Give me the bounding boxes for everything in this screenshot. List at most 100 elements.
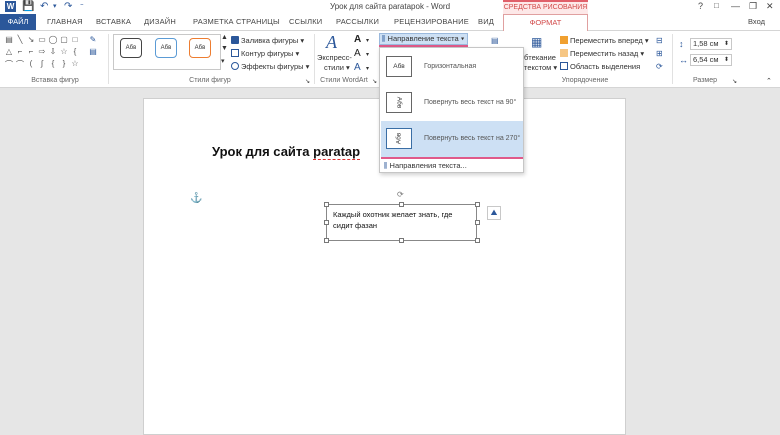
tab-references[interactable]: ССЫЛКИ [289,17,322,26]
sign-in-link[interactable]: Вход [748,17,765,26]
brace-shape-icon[interactable]: { [70,47,80,56]
align-icon[interactable]: ⊟ [656,36,663,45]
text-effects-dropdown-icon[interactable]: ▾ [366,65,369,72]
text-direction-button[interactable]: ⫼ Направление текста ▾ [379,33,468,45]
width-icon: ↔ [679,55,688,65]
freeform-shape-icon[interactable]: ∫ [37,59,47,68]
tab-mailings[interactable]: РАССЫЛКИ [336,17,379,26]
styles-more-icon[interactable]: ▾ [221,57,225,65]
right-arrow-shape-icon[interactable]: ⇨ [37,47,47,56]
align-text-icon[interactable]: ▤ [491,36,499,45]
tab-file[interactable]: ФАЙЛ [0,14,36,30]
rotate-270-text-icon: Абв [386,128,412,149]
text-outline-icon[interactable]: A [354,48,361,59]
wordart-launcher-icon[interactable]: ↘ [372,78,377,85]
menu-item-text-directions[interactable]: ⫼ Направления текста... [384,161,467,171]
group-icon[interactable]: ⊞ [656,49,663,58]
oval-shape-icon[interactable]: ◯ [48,35,58,44]
wrap-text-label-2[interactable]: текстом ▾ [524,63,557,72]
resize-handle-se[interactable] [475,238,480,243]
rounded-rect-shape-icon[interactable]: ▢ [59,35,69,44]
shape-style-orange[interactable]: Абв [189,38,211,58]
tab-home[interactable]: ГЛАВНАЯ [47,17,83,26]
position-icon[interactable]: ▦ [531,35,542,49]
tab-layout[interactable]: РАЗМЕТКА СТРАНИЦЫ [193,17,280,26]
shape-fill-button[interactable]: Заливка фигуры ▾ [231,36,304,45]
selected-textbox[interactable]: Каждый охотник желает знать, где сидит ф… [326,204,477,241]
edit-shape-icon[interactable]: ✎ [88,35,98,44]
ribbon-tabs: ФАЙЛ ГЛАВНАЯ ВСТАВКА ДИЗАЙН РАЗМЕТКА СТР… [0,14,780,31]
styles-scroll-down-icon[interactable]: ▼ [221,45,228,52]
ribbon-display-icon[interactable]: □ [714,1,719,10]
textbox-shape-icon[interactable]: ▤ [4,35,14,44]
menu-item-rotate-90[interactable]: Абв Повернуть весь текст на 90° [381,85,523,121]
shapes-gallery[interactable]: ▤ ╲ ↘ ▭ ◯ ▢ □ △ ⌐ ⌐ ⇨ ⇩ ☆ { ⌒ ⌒ ( ∫ { } … [4,35,104,71]
express-styles-icon[interactable]: A [326,32,337,53]
close-icon[interactable]: ✕ [766,1,774,12]
express-styles-label-2[interactable]: стили ▾ [324,63,350,72]
styles-scroll-up-icon[interactable]: ▲ [221,34,228,41]
shape-effects-button[interactable]: Эффекты фигуры ▾ [231,62,309,71]
curved-line-shape-icon[interactable]: ⌒ [15,59,25,70]
text-fill-dropdown-icon[interactable]: ▾ [366,37,369,44]
resize-handle-n[interactable] [399,202,404,207]
resize-handle-s[interactable] [399,238,404,243]
shape-style-blue[interactable]: Абв [155,38,177,58]
resize-handle-ne[interactable] [475,202,480,207]
tab-format[interactable]: ФОРМАТ [503,14,588,31]
document-heading[interactable]: Урок для сайта paratap [212,144,361,160]
rotate-handle-icon[interactable]: ⟳ [397,190,404,199]
down-arrow-shape-icon[interactable]: ⇩ [48,47,58,56]
tab-design[interactable]: ДИЗАЙН [144,17,176,26]
text-fill-icon[interactable]: A [354,34,361,45]
resize-handle-nw[interactable] [324,202,329,207]
line-shape-icon[interactable]: ╲ [15,35,25,44]
help-icon[interactable]: ? [698,1,703,11]
layout-options-icon[interactable]: ⛰ [487,206,501,220]
bring-forward-button[interactable]: Переместить вперед ▾ [560,36,649,45]
text-outline-dropdown-icon[interactable]: ▾ [366,51,369,58]
minimize-icon[interactable]: — [731,1,740,11]
bracket-shape-icon[interactable]: { [48,59,58,68]
maximize-icon[interactable]: ❐ [749,1,757,12]
menu-item-rotate-270[interactable]: Абв Повернуть весь текст на 270° [381,121,523,157]
group-label-shape-styles: Стили фигур [189,77,231,84]
paren-shape-icon[interactable]: ( [26,59,36,68]
triangle-shape-icon[interactable]: △ [4,47,14,56]
send-backward-icon [560,49,568,57]
size-launcher-icon[interactable]: ↘ [732,78,737,85]
arrow-line-shape-icon[interactable]: ↘ [26,35,36,44]
tab-review[interactable]: РЕЦЕНЗИРОВАНИЕ [394,17,469,26]
shape-styles-launcher-icon[interactable]: ↘ [305,78,310,85]
express-styles-label[interactable]: Экспресс- [317,53,352,62]
resize-handle-w[interactable] [324,220,329,225]
menu-item-horizontal[interactable]: Абв Горизонтальная [381,49,523,85]
elbow-connector-icon[interactable]: ⌐ [15,47,25,56]
draw-textbox-icon[interactable]: ▤ [88,47,98,56]
curve-shape-icon[interactable]: ⌒ [4,59,14,70]
bracket-right-shape-icon[interactable]: } [59,59,69,68]
menu-item-label: Горизонтальная [424,63,477,70]
selection-pane-button[interactable]: Область выделения [560,62,640,71]
tab-insert[interactable]: ВСТАВКА [96,17,131,26]
rect-shape-icon[interactable]: □ [70,35,80,44]
rotate-icon[interactable]: ⟳ [656,62,663,71]
text-directions-icon: ⫼ [384,161,388,170]
anchor-icon[interactable]: ⚓ [190,193,202,204]
wrap-text-label[interactable]: бтекание [524,53,556,62]
resize-handle-e[interactable] [475,220,480,225]
width-field[interactable]: 6,54 см ⬍ [690,54,732,66]
shape-style-dark[interactable]: Абв [120,38,142,58]
title-bar: W 💾 ↶ ▾ ↷ ⁼ Урок для сайта paratapok - W… [0,0,780,14]
star-shape-icon[interactable]: ☆ [59,47,69,56]
rectangle-shape-icon[interactable]: ▭ [37,35,47,44]
send-backward-button[interactable]: Переместить назад ▾ [560,49,644,58]
star-outline-shape-icon[interactable]: ☆ [70,59,80,68]
collapse-ribbon-icon[interactable]: ⌃ [766,77,772,85]
resize-handle-sw[interactable] [324,238,329,243]
height-field[interactable]: 1,58 см ⬍ [690,38,732,50]
shape-outline-button[interactable]: Контур фигуры ▾ [231,49,299,58]
tab-view[interactable]: ВИД [478,17,494,26]
curved-connector-icon[interactable]: ⌐ [26,47,36,56]
text-effects-icon[interactable]: A [354,62,361,73]
